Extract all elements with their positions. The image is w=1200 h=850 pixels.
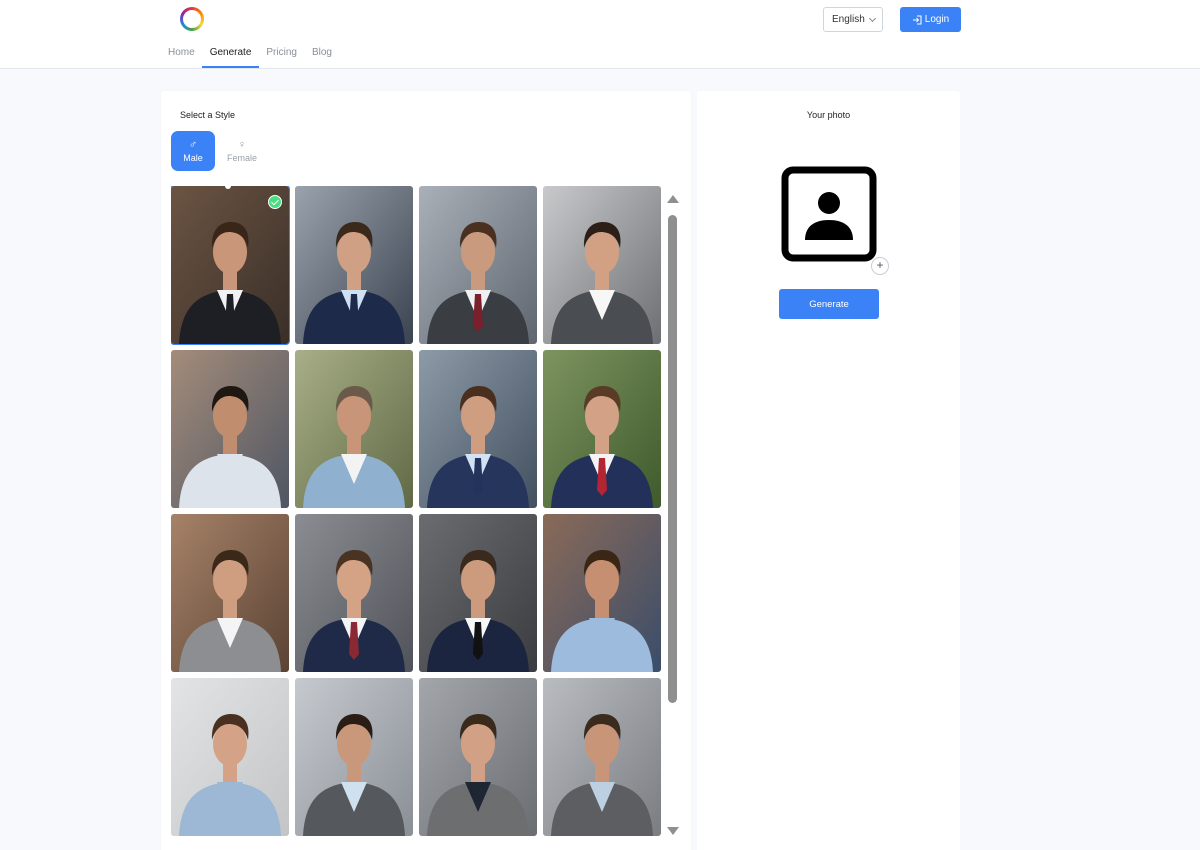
style-thumbnail[interactable] (295, 350, 413, 508)
portrait-image (543, 678, 661, 836)
top-header: English Login Home Generate Pricing Blog (0, 0, 1200, 69)
login-label: Login (924, 14, 950, 25)
scroll-up-arrow-icon[interactable] (667, 195, 679, 203)
portrait-image (419, 350, 537, 508)
scroll-thumb[interactable] (668, 215, 677, 703)
style-thumbnail[interactable] (419, 678, 537, 836)
style-thumbnail[interactable] (295, 514, 413, 672)
style-thumbnail[interactable] (543, 186, 661, 344)
nav-home[interactable]: Home (168, 41, 195, 68)
style-thumbnail[interactable] (543, 350, 661, 508)
scroll-down-arrow-icon[interactable] (667, 827, 679, 835)
portrait-image (295, 350, 413, 508)
gender-male-label: Male (183, 152, 203, 163)
logo-icon[interactable] (180, 7, 204, 31)
language-select[interactable]: English (823, 7, 883, 32)
portrait-placeholder-icon[interactable] (781, 166, 877, 262)
portrait-image (543, 514, 661, 672)
style-thumbnail[interactable] (171, 350, 289, 508)
gender-female-label: Female (226, 152, 257, 163)
portrait-image (419, 678, 537, 836)
nav-pricing[interactable]: Pricing (266, 41, 297, 68)
portrait-image (543, 350, 661, 508)
select-style-title: Select a Style (180, 110, 236, 120)
style-grid (171, 186, 664, 850)
gender-female-button[interactable]: ♀ Female (220, 131, 264, 171)
portrait-image (543, 186, 661, 344)
style-thumbnail[interactable] (419, 186, 537, 344)
portrait-image (419, 514, 537, 672)
portrait-image (295, 678, 413, 836)
style-thumbnail[interactable] (295, 186, 413, 344)
style-thumbnail[interactable] (543, 678, 661, 836)
gender-male-button[interactable]: ♂ Male (171, 131, 215, 171)
portrait-image (419, 186, 537, 344)
selected-check-icon (268, 195, 282, 209)
nav-generate[interactable]: Generate (201, 41, 260, 68)
style-thumbnail[interactable] (171, 514, 289, 672)
male-icon: ♂ (188, 138, 198, 151)
chevron-down-icon (868, 14, 876, 22)
login-button[interactable]: Login (900, 7, 961, 32)
style-grid-scrollbar[interactable] (666, 195, 680, 837)
photo-panel: Your photo + Generate (697, 91, 960, 850)
style-panel: Select a Style ♂ Male ♀ Female (161, 91, 691, 850)
portrait-image (171, 186, 289, 344)
style-thumbnail[interactable] (171, 186, 290, 345)
login-icon (912, 15, 922, 24)
portrait-image (295, 186, 413, 344)
nav-blog[interactable]: Blog (312, 41, 332, 68)
style-thumbnail[interactable] (419, 350, 537, 508)
style-thumbnail[interactable] (543, 514, 661, 672)
language-value: English (832, 14, 865, 25)
main-nav: Home Generate Pricing Blog (168, 41, 347, 68)
portrait-image (171, 350, 289, 508)
your-photo-title: Your photo (806, 110, 851, 120)
portrait-image (171, 514, 289, 672)
female-icon: ♀ (237, 138, 247, 151)
style-thumbnail[interactable] (171, 678, 289, 836)
style-thumbnail[interactable] (419, 514, 537, 672)
generate-button[interactable]: Generate (779, 289, 879, 319)
portrait-image (171, 678, 289, 836)
add-photo-button[interactable]: + (871, 257, 889, 275)
portrait-image (295, 514, 413, 672)
style-thumbnail[interactable] (295, 678, 413, 836)
